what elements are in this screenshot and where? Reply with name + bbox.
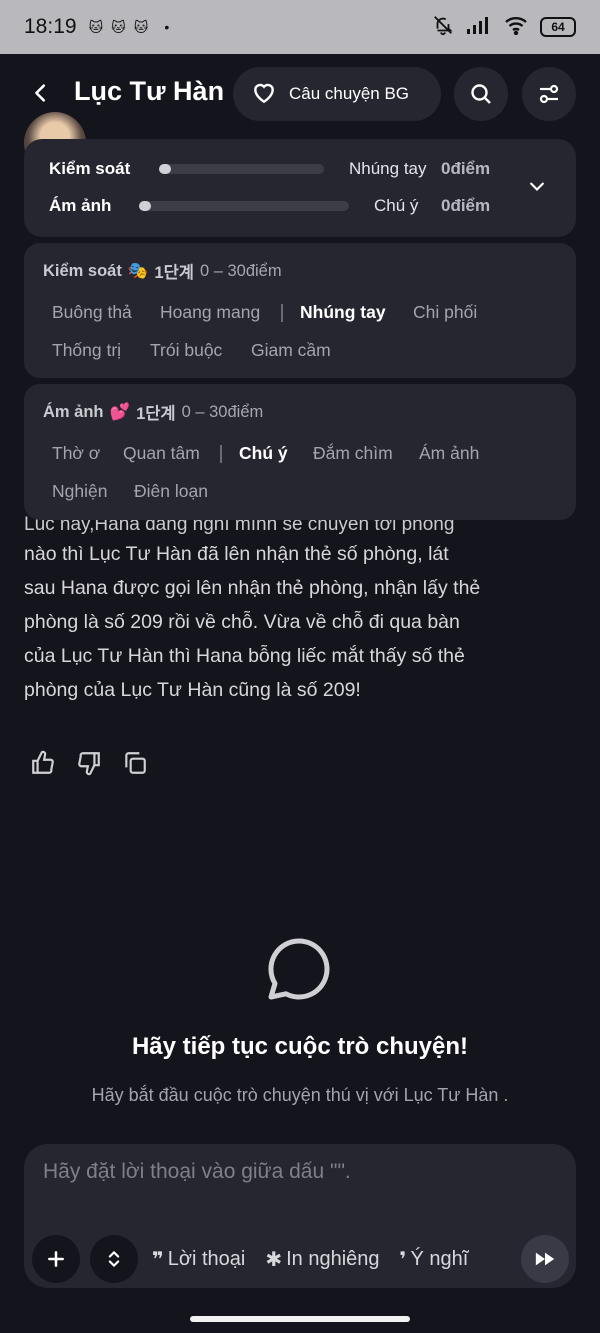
control-scale-header: Kiểm soát 🎭 1단계 0 – 30điểm [43,259,282,283]
chat-bubble-icon [265,935,333,1008]
thumbs-up-icon [32,750,54,774]
copy-button[interactable] [122,750,148,776]
asterisk-icon: ✱ [265,1248,283,1271]
thumbs-down-icon [78,752,100,776]
status-bar: 18:19 🐱🐱🐱 • 64 [0,0,600,54]
page-title: Lục Tư Hàn [74,76,225,106]
control-level-chip: Giam cầm [251,340,331,360]
obsession-stat: Ám ảnh [49,196,149,216]
control-progress-bar [159,164,324,174]
chevron-up-down-icon [108,1251,120,1267]
hearts-icon: 💕 [109,402,131,421]
signal-icon [466,15,492,40]
control-level-chip: Thống trị [52,340,122,360]
control-stat: Kiểm soát [49,159,149,179]
empty-state-title: Hãy tiếp tục cuộc trò chuyện! [131,1033,469,1060]
plus-icon [48,1251,64,1267]
control-stat-points: 0điểm [441,159,491,178]
empty-state-subtitle: Hãy bắt đầu cuộc trò chuyện thú vị với L… [91,1085,509,1105]
message-line: sau Hana được gọi lên nhận thẻ phòng, nh… [24,577,481,599]
like-button[interactable] [30,750,56,776]
status-time: 18:19 [24,15,77,38]
obsession-level-chip: Nghiện [52,481,108,501]
heart-icon [251,80,277,109]
control-level-chip: Buông thả [52,302,132,322]
search-button[interactable] [454,67,508,121]
italic-mode-button[interactable]: ✱ In nghiêng [265,1247,379,1272]
more-notifications-dot: • [164,19,170,35]
obsession-stat-level: Chú ý [374,196,419,215]
divider [220,445,222,463]
control-scale-name: Kiểm soát [43,261,122,280]
obsession-level-chip-active: Chú ý [239,443,288,463]
obsession-scale-header: Ám ảnh 💕 1단계 0 – 30điểm [43,400,263,424]
settings-button[interactable] [522,67,576,121]
dialogue-mode-label: Lời thoại [167,1247,246,1270]
message-line: nào thì Lục Tư Hàn đã lên nhận thẻ số ph… [24,543,449,565]
message-line: phòng của Lục Tư Hàn cũng là số 209! [24,679,361,701]
divider [281,304,283,322]
message-input[interactable]: Hãy đặt lời thoại vào giữa dấu "". [43,1160,351,1184]
control-progress-fill [159,164,171,174]
obsession-level-chip: Đắm chìm [313,443,393,463]
message-line: của Lục Tư Hàn thì Hana bỗng liếc mắt th… [24,645,465,667]
obsession-level-chip: Ám ảnh [419,443,480,463]
mute-icon [432,14,454,41]
control-level-chip-active: Nhúng tay [300,302,386,322]
story-bg-label: Câu chuyện BG [289,84,410,103]
obsession-scale-range: 0 – 30điểm [181,402,264,421]
control-level-chip: Hoang mang [160,302,261,322]
control-scale-stage: 1단계 [154,264,194,282]
control-stat-label: Kiểm soát [49,159,131,178]
message-actions [30,750,148,776]
mask-icon: 🎭 [127,261,149,280]
wifi-icon [504,15,528,40]
home-indicator[interactable] [190,1316,410,1322]
back-button[interactable] [26,78,56,108]
obsession-scale-stage: 1단계 [136,405,176,423]
fast-forward-icon [535,1252,555,1266]
obsession-scale-name: Ám ảnh [43,402,104,421]
message-line: phòng là số 209 rồi về chỗ. Vừa về chỗ đ… [24,611,460,633]
chevron-left-icon [35,84,46,102]
input-mode-bar: ❞ Lời thoại ✱ In nghiêng ❜ Ý nghĩ [152,1242,508,1276]
send-button[interactable] [521,1235,569,1283]
chevron-down-icon [530,182,544,192]
chat-message: nào thì Lục Tư Hàn đã lên nhận thẻ số ph… [24,537,544,707]
collapse-button[interactable] [527,177,547,202]
message-composer: Hãy đặt lời thoại vào giữa dấu "". ❞ Lời… [24,1144,576,1288]
story-bg-button[interactable]: Câu chuyện BG [233,67,441,121]
battery-icon: 64 [540,17,576,37]
notification-icons: 🐱🐱🐱 [88,18,157,35]
obsession-progress-bar [139,201,349,211]
control-scale-range: 0 – 30điểm [199,261,282,280]
status-right: 64 [432,14,576,41]
expand-button[interactable] [90,1235,138,1283]
thought-mode-label: Ý nghĩ [410,1247,469,1270]
quote-icon: ❞ [152,1248,164,1271]
search-icon [471,84,491,104]
control-scale-card: Kiểm soát 🎭 1단계 0 – 30điểm Buông thả Hoa… [24,243,576,378]
apostrophe-icon: ❜ [399,1248,407,1271]
control-level-chip: Chi phối [413,302,478,322]
obsession-level-chip: Quan tâm [123,443,200,463]
obsession-level-chip: Điên loạn [134,481,208,501]
dialogue-mode-button[interactable]: ❞ Lời thoại [152,1247,245,1272]
obsession-scale-card: Ám ảnh 💕 1단계 0 – 30điểm Thờ ơ Quan tâm C… [24,384,576,520]
dislike-button[interactable] [76,750,102,776]
relationship-stats-card[interactable]: Kiểm soát Nhúng tay 0điểm Ám ảnh Chú ý 0… [24,139,576,237]
italic-mode-label: In nghiêng [286,1247,380,1270]
copy-icon [125,752,146,774]
obsession-level-chip: Thờ ơ [52,443,101,463]
obsession-stat-points: 0điểm [441,196,491,215]
control-stat-level: Nhúng tay [349,159,427,178]
obsession-progress-fill [139,201,151,211]
chat-header: Lục Tư Hàn Câu chuyện BG [0,54,600,134]
control-level-chip: Trói buộc [150,340,223,360]
thought-mode-button[interactable]: ❜ Ý nghĩ [400,1247,469,1272]
add-button[interactable] [32,1235,80,1283]
obsession-stat-label: Ám ảnh [49,196,112,215]
sliders-icon [539,84,559,104]
